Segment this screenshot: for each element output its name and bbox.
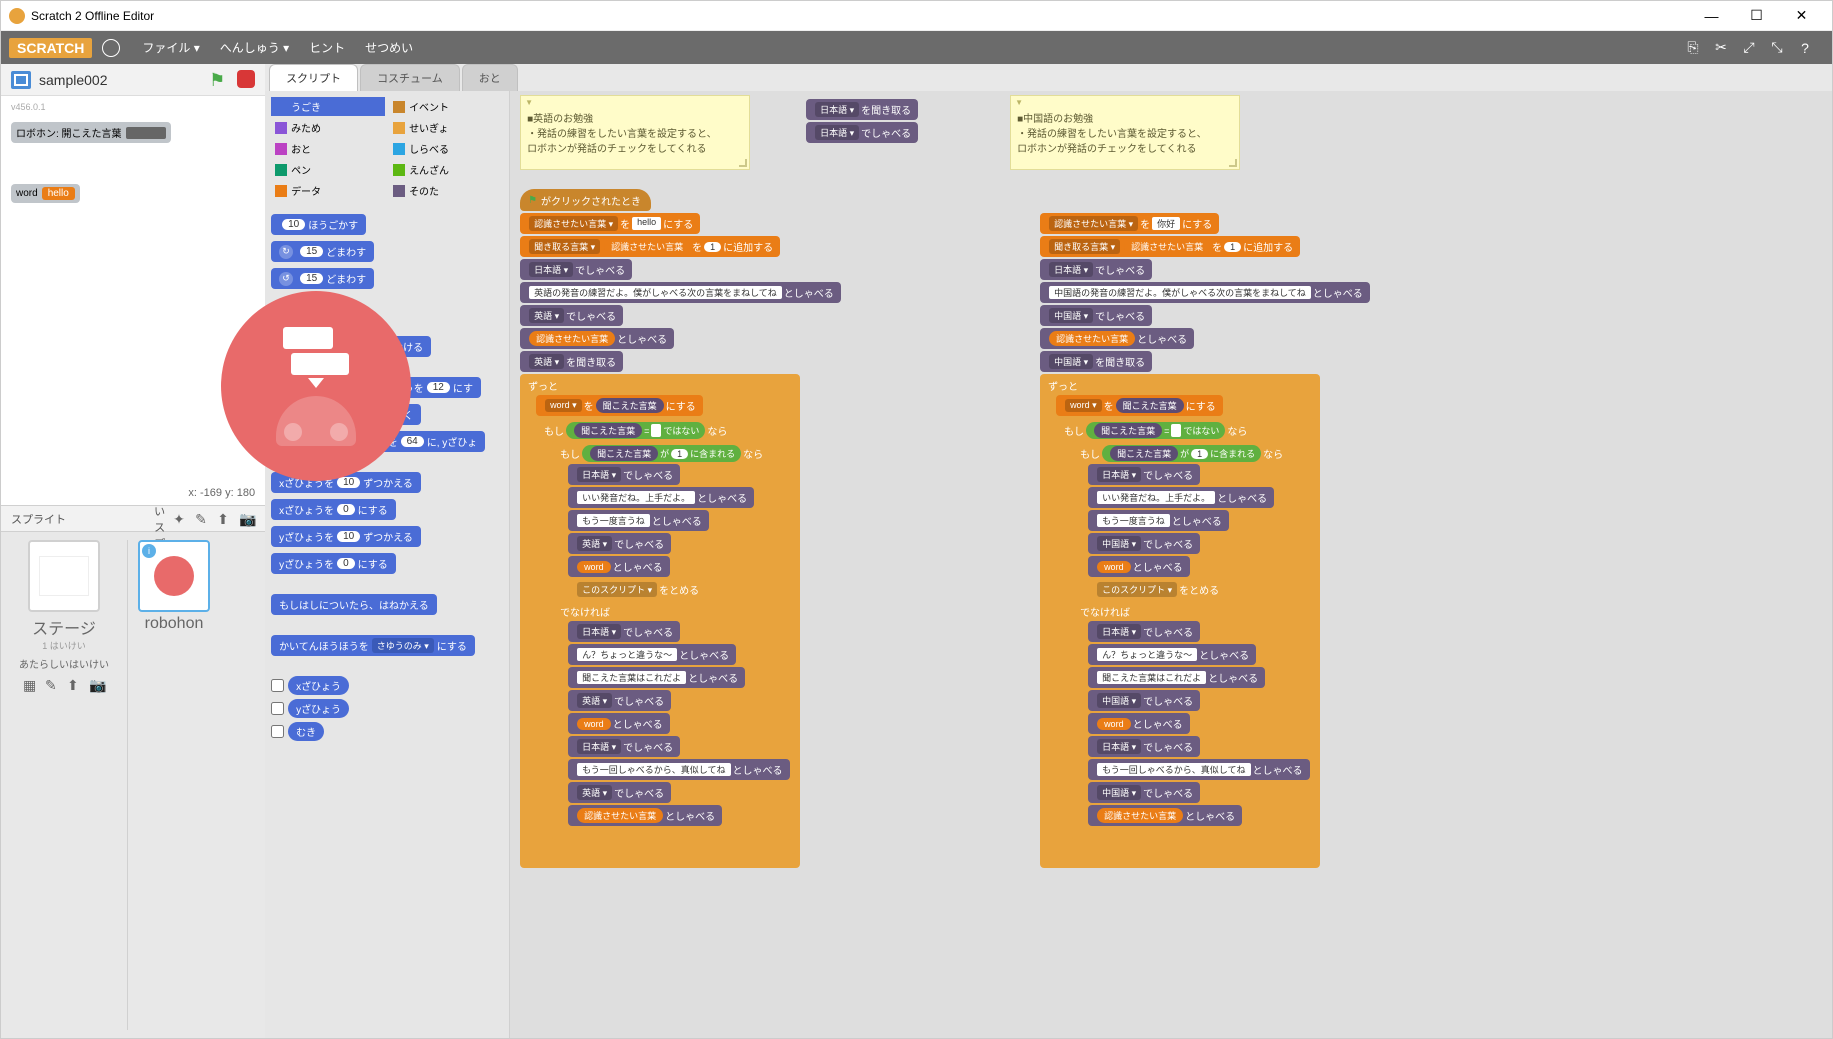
- stage-header: sample002 ⚑: [1, 64, 265, 96]
- block-setx[interactable]: xざひょうを0にする: [271, 499, 396, 520]
- backdrop-library-icon[interactable]: ▦: [23, 677, 39, 693]
- project-title[interactable]: sample002: [39, 72, 209, 88]
- cat-sensing[interactable]: しらべる: [389, 139, 503, 158]
- delete-icon[interactable]: ✂: [1712, 39, 1730, 57]
- ypos-checkbox[interactable]: [271, 702, 284, 715]
- sprite-on-stage[interactable]: [221, 291, 411, 481]
- menubar: SCRATCH ファイル ▾ へんしゅう ▾ ヒント せつめい ⎘ ✂ ⤢ ⤡ …: [1, 31, 1832, 64]
- tab-costumes[interactable]: コスチューム: [360, 64, 460, 91]
- cat-motion[interactable]: うごき: [271, 97, 385, 116]
- stage-coords: x: -169 y: 180: [188, 487, 255, 499]
- script-chinese[interactable]: 認識させたい言葉 ▾を你好にする 聞き取る言葉 ▾認識させたい言葉を1に追加する…: [1040, 213, 1370, 870]
- dir-checkbox[interactable]: [271, 725, 284, 738]
- backdrop-label: あたらしいはいけい: [9, 652, 119, 675]
- block-stack-listen-jp[interactable]: 日本語 ▾を聞き取る 日本語 ▾でしゃべる: [806, 99, 918, 145]
- version-label: v456.0.1: [11, 102, 46, 112]
- menu-file[interactable]: ファイル ▾: [132, 39, 209, 56]
- xpos-checkbox[interactable]: [271, 679, 284, 692]
- block-turn-ccw[interactable]: ↺15どまわす: [271, 268, 374, 289]
- block-bounce[interactable]: もしはしについたら、はねかえる: [271, 594, 437, 615]
- block-turn-cw[interactable]: ↻15どまわす: [271, 241, 374, 262]
- reporter-dir-row[interactable]: むき: [271, 722, 503, 741]
- hat-flag-clicked: ⚑がクリックされたとき: [520, 189, 651, 211]
- stop-button[interactable]: [237, 70, 255, 88]
- upload-sprite-icon[interactable]: ⬆: [217, 511, 233, 527]
- grow-icon[interactable]: ⤢: [1740, 39, 1758, 57]
- cat-control[interactable]: せいぎょ: [389, 118, 503, 137]
- monitor-heard-word: ロボホン: 開こえた言葉: [11, 122, 171, 143]
- fullscreen-icon[interactable]: [11, 71, 31, 89]
- reporter-xpos-row[interactable]: xざひょう: [271, 676, 503, 695]
- camera-sprite-icon[interactable]: 📷: [239, 511, 255, 527]
- cat-pen[interactable]: ペン: [271, 160, 385, 179]
- cat-events[interactable]: イベント: [389, 97, 503, 116]
- duplicate-icon[interactable]: ⎘: [1684, 39, 1702, 57]
- help-icon[interactable]: ?: [1796, 39, 1814, 57]
- tab-scripts[interactable]: スクリプト: [269, 64, 358, 91]
- comment-english[interactable]: ■英語のお勉強 ・発話の練習をしたい言葉を設定すると、 ロボホンが発話のチェック…: [520, 95, 750, 170]
- menu-edit[interactable]: へんしゅう ▾: [210, 39, 299, 56]
- scripts-canvas[interactable]: x: 64y: 12 ■英語のお勉強 ・発話の練習をしたい言葉を設定すると、 ロ…: [510, 91, 1832, 1038]
- sprite-library-icon[interactable]: ✦: [173, 511, 189, 527]
- menu-tips[interactable]: ヒント: [299, 39, 355, 56]
- shrink-icon[interactable]: ⤡: [1768, 39, 1786, 57]
- window-maximize-button[interactable]: ☐: [1734, 1, 1779, 31]
- block-rotstyle[interactable]: かいてんほうほうをさゆうのみ ▾にする: [271, 635, 475, 656]
- paint-sprite-icon[interactable]: ✎: [195, 511, 211, 527]
- cat-operators[interactable]: えんざん: [389, 160, 503, 179]
- stage-area[interactable]: ロボホン: 開こえた言葉 word hello x: -169 y: 180: [1, 116, 265, 506]
- window-minimize-button[interactable]: —: [1689, 1, 1734, 31]
- sprite-thumbnail-robohon[interactable]: i: [138, 540, 210, 612]
- green-flag-button[interactable]: ⚑: [209, 70, 229, 90]
- block-changey[interactable]: yざひょうを10ずつかえる: [271, 526, 421, 547]
- language-icon[interactable]: [102, 39, 120, 57]
- app-icon: [9, 8, 25, 24]
- cat-data[interactable]: データ: [271, 181, 385, 200]
- block-sety[interactable]: yざひょうを0にする: [271, 553, 396, 574]
- script-english[interactable]: ⚑がクリックされたとき 認識させたい言葉 ▾をhelloにする 聞き取る言葉 ▾…: [520, 189, 841, 870]
- comment-chinese[interactable]: ■中国語のお勉強 ・発話の練習をしたい言葉を設定すると、 ロボホンが発話のチェッ…: [1010, 95, 1240, 170]
- sprites-title: スプライト: [11, 511, 151, 527]
- monitor-word: word hello: [11, 184, 80, 203]
- cat-more[interactable]: そのた: [389, 181, 503, 200]
- camera-backdrop-icon[interactable]: 📷: [89, 677, 105, 693]
- tab-sounds[interactable]: おと: [462, 64, 518, 91]
- cat-sound[interactable]: おと: [271, 139, 385, 158]
- reporter-ypos-row[interactable]: yざひょう: [271, 699, 503, 718]
- upload-backdrop-icon[interactable]: ⬆: [67, 677, 83, 693]
- category-grid: うごき イベント みため せいぎょ おと しらべる ペン えんざん データ その…: [271, 97, 503, 200]
- paint-backdrop-icon[interactable]: ✎: [45, 677, 61, 693]
- scratch-logo[interactable]: SCRATCH: [9, 38, 92, 58]
- block-move[interactable]: 10ほうごかす: [271, 214, 366, 235]
- window-title: Scratch 2 Offline Editor: [31, 9, 154, 23]
- cat-looks[interactable]: みため: [271, 118, 385, 137]
- stage-thumbnail[interactable]: [28, 540, 100, 612]
- window-titlebar: Scratch 2 Offline Editor — ☐ ✕: [1, 1, 1832, 31]
- window-close-button[interactable]: ✕: [1779, 1, 1824, 31]
- editor-tabs: スクリプト コスチューム おと: [265, 64, 1832, 91]
- menu-about[interactable]: せつめい: [355, 39, 423, 56]
- sprite-info-icon[interactable]: i: [142, 544, 156, 558]
